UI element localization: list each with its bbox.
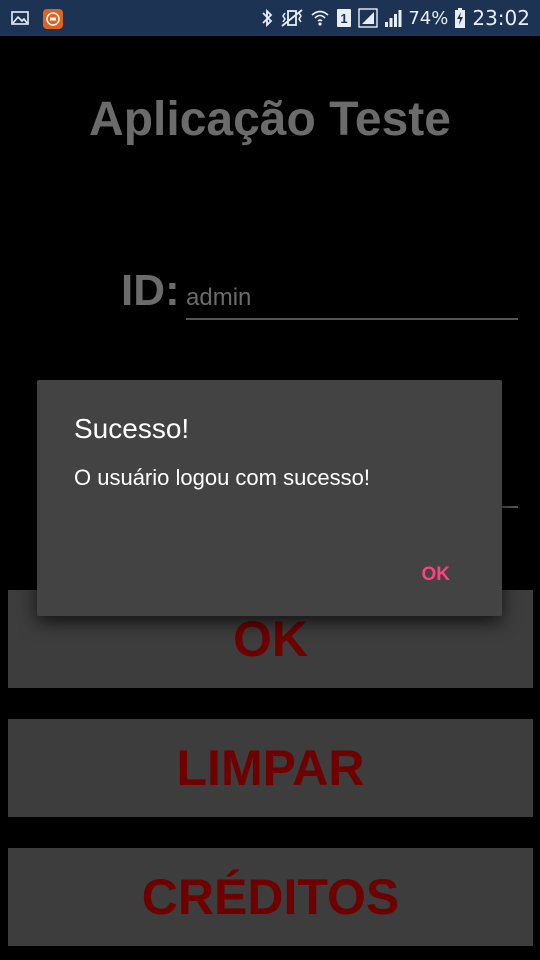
creditos-button[interactable]: CRÉDITOS: [8, 848, 533, 946]
signal-icon: [358, 8, 379, 28]
id-input[interactable]: [186, 278, 518, 320]
image-notification-icon: [10, 8, 30, 28]
notification-icons: [10, 8, 63, 29]
signal-icon: [384, 8, 402, 28]
dialog-title: Sucesso!: [74, 413, 190, 444]
battery-percent: 74%: [408, 7, 449, 29]
dialog-message: O usuário logou com sucesso!: [74, 465, 370, 490]
vibrate-icon: [280, 8, 304, 28]
id-label: ID:: [121, 266, 180, 315]
system-status: 1 74% 23:02: [260, 4, 530, 32]
wifi-icon: [310, 8, 330, 28]
sim-1-icon: 1: [336, 8, 352, 28]
battery-charging-icon: [454, 7, 466, 29]
limpar-button[interactable]: LIMPAR: [8, 719, 533, 817]
success-dialog: Sucesso! O usuário logou com sucesso! OK: [37, 380, 502, 616]
bluetooth-icon: [260, 8, 274, 28]
app-notification-icon: [42, 8, 63, 29]
status-bar: 1 74% 23:02: [0, 0, 540, 36]
svg-text:1: 1: [341, 11, 348, 26]
dialog-ok-button[interactable]: OK: [410, 560, 463, 590]
app-title: Aplicação Teste: [89, 93, 451, 146]
clock: 23:02: [472, 6, 530, 30]
